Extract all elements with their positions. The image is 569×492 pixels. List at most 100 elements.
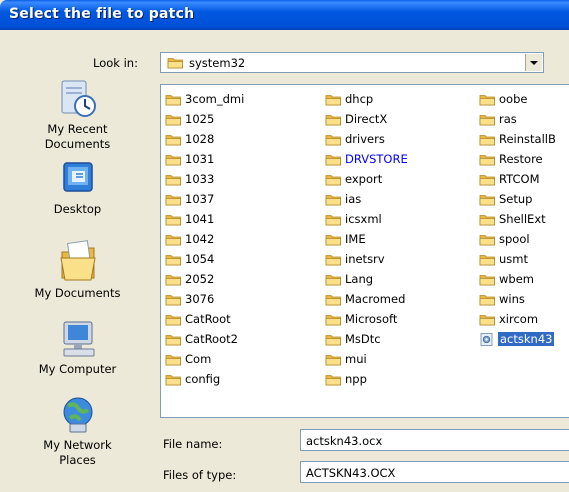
folder-icon [325,273,342,286]
folder-item[interactable]: drivers [325,129,409,149]
folder-item[interactable]: 1028 [165,129,245,149]
folder-icon [325,113,342,126]
place-my-documents[interactable]: My Documents [0,238,155,301]
folder-item[interactable]: RTCOM [479,169,557,189]
folder-item[interactable]: ShellExt [479,209,557,229]
folder-item[interactable]: 1025 [165,109,245,129]
folder-item[interactable]: 1042 [165,229,245,249]
folder-icon [479,313,496,326]
folder-item[interactable]: inetsrv [325,249,409,269]
file-item[interactable]: actskn43 [479,329,557,349]
folder-icon [325,293,342,306]
folder-icon [325,173,342,186]
folder-item[interactable]: Setup [479,189,557,209]
folder-icon [325,373,342,386]
files-of-type-dropdown[interactable]: ACTSKN43.OCX [300,461,569,483]
folder-icon [165,193,182,206]
desktop-icon [62,162,93,192]
folder-item[interactable]: 1037 [165,189,245,209]
folder-item[interactable]: export [325,169,409,189]
folder-item[interactable]: ras [479,109,557,129]
item-label: Restore [499,152,543,166]
recent-documents-icon [61,80,96,117]
my-documents-icon [59,240,96,281]
folder-item[interactable]: CatRoot [165,309,245,329]
folder-item[interactable]: Com [165,349,245,369]
file-column-3: oobe ras ReinstallB Restore RTCOM Setup ShellE… [479,89,557,349]
item-label: ReinstallB [499,132,556,146]
folder-icon [325,93,342,106]
folder-icon [325,333,342,346]
folder-item[interactable]: xircom [479,309,557,329]
item-label: Lang [345,272,374,286]
folder-item[interactable]: CatRoot2 [165,329,245,349]
item-label: 1054 [185,252,215,266]
folder-item[interactable]: ias [325,189,409,209]
item-label: MsDtc [345,332,381,346]
place-label: My Network [43,438,112,452]
folder-item[interactable]: oobe [479,89,557,109]
file-name-input[interactable]: actskn43.ocx [300,429,569,451]
item-label: Setup [499,192,533,206]
item-label: Microsoft [345,312,398,326]
folder-icon [165,93,182,106]
item-label: 3com_dmi [185,92,245,106]
folder-icon [325,233,342,246]
place-my-computer[interactable]: My Computer [0,318,155,377]
item-label: 1042 [185,232,215,246]
folder-item[interactable]: wins [479,289,557,309]
file-list[interactable]: 3com_dmi 1025 1028 1031 1033 1037 1041 1042 1054… [160,84,569,418]
folder-item[interactable]: mui [325,349,409,369]
folder-item[interactable]: Lang [325,269,409,289]
folder-item[interactable]: DRVSTORE [325,149,409,169]
folder-icon [165,173,182,186]
folder-icon [479,153,496,166]
folder-icon [165,373,182,386]
folder-item[interactable]: config [165,369,245,389]
folder-icon [165,333,182,346]
folder-item[interactable]: 1041 [165,209,245,229]
place-my-network-places[interactable]: My Network Places [0,394,155,468]
folder-item[interactable]: 1054 [165,249,245,269]
folder-item[interactable]: 1031 [165,149,245,169]
folder-item[interactable]: 1033 [165,169,245,189]
item-label: drivers [345,132,385,146]
folder-item[interactable]: Microsoft [325,309,409,329]
item-label: usmt [499,252,528,266]
folder-icon [479,273,496,286]
place-label: My Computer [38,362,117,376]
dropdown-button[interactable] [525,54,542,71]
place-label: My Recent [47,122,108,136]
folder-item[interactable]: wbem [479,269,557,289]
folder-item[interactable]: MsDtc [325,329,409,349]
place-my-recent-documents[interactable]: My Recent Documents [0,78,155,152]
folder-item[interactable]: IME [325,229,409,249]
item-label: npp [345,372,367,386]
folder-icon [479,193,496,206]
folder-item[interactable]: Macromed [325,289,409,309]
item-label: oobe [499,92,528,106]
folder-item[interactable]: 3076 [165,289,245,309]
folder-item[interactable]: DirectX [325,109,409,129]
folder-item[interactable]: dhcp [325,89,409,109]
place-label: Documents [44,137,111,151]
folder-icon [165,233,182,246]
item-label: mui [345,352,367,366]
folder-item[interactable]: usmt [479,249,557,269]
folder-item[interactable]: icsxml [325,209,409,229]
item-label: 1033 [185,172,215,186]
folder-item[interactable]: Restore [479,149,557,169]
item-label: CatRoot2 [185,332,238,346]
item-label: inetsrv [345,252,385,266]
folder-icon [479,253,496,266]
folder-item[interactable]: 3com_dmi [165,89,245,109]
item-label: ras [499,112,517,126]
look-in-dropdown[interactable]: system32 [160,52,544,73]
folder-item[interactable]: ReinstallB [479,129,557,149]
folder-item[interactable]: 2052 [165,269,245,289]
folder-item[interactable]: spool [479,229,557,249]
my-computer-icon [63,321,94,357]
folder-item[interactable]: npp [325,369,409,389]
folder-icon [167,56,184,69]
place-desktop[interactable]: Desktop [0,160,155,217]
